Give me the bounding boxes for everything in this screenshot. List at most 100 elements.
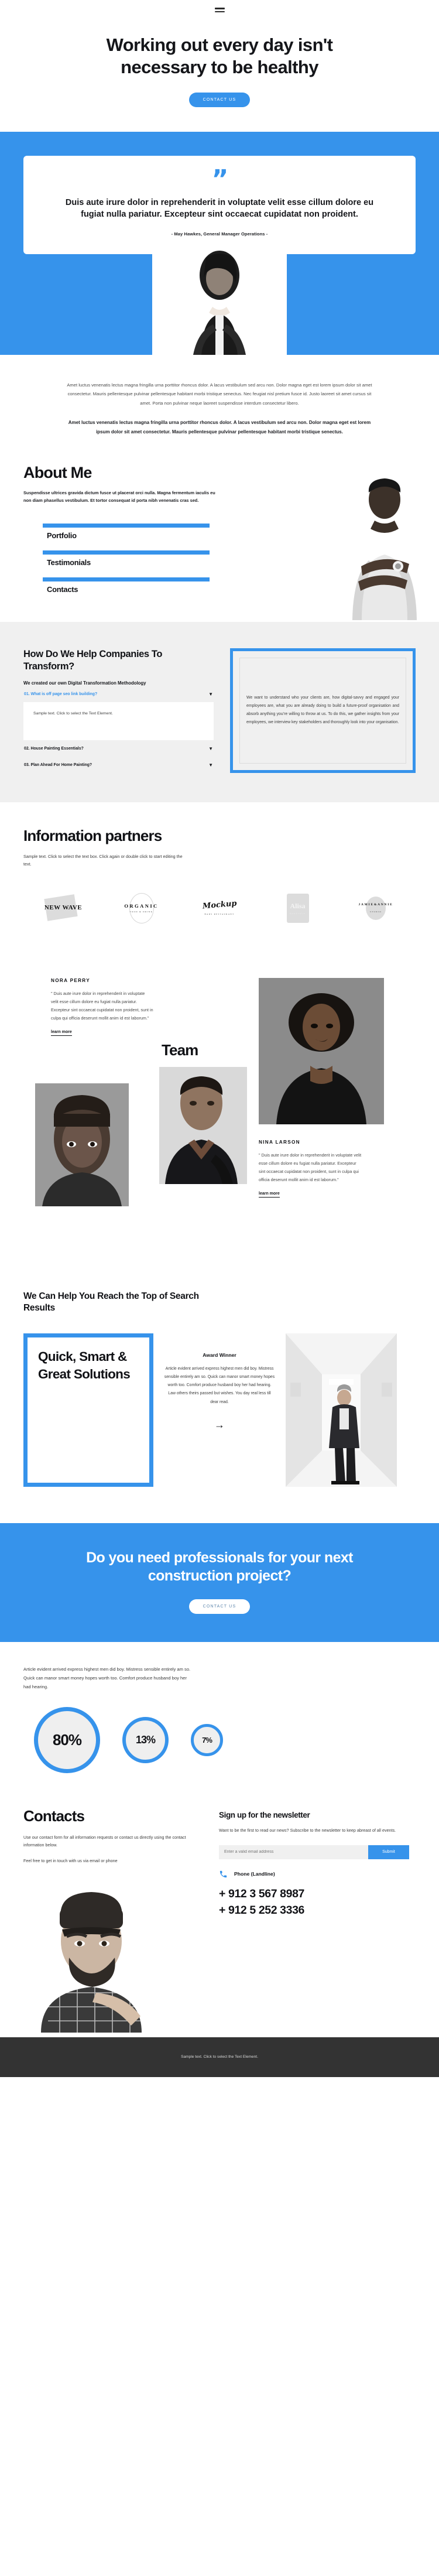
accent-bar bbox=[43, 523, 210, 528]
about-link-label: Portfolio bbox=[47, 531, 77, 540]
team-photo-center bbox=[159, 1066, 247, 1184]
cta-title: Do you need professionals for your next … bbox=[86, 1549, 353, 1585]
intro-paragraph-light: Amet luctus venenatis lectus magna fring… bbox=[67, 382, 372, 406]
faq-panel-text: We want to understand who your clients a… bbox=[246, 695, 399, 725]
cta-section: Do you need professionals for your next … bbox=[0, 1523, 439, 1643]
chevron-down-icon: ▼ bbox=[208, 745, 213, 751]
partner-logo-mockup[interactable]: Mockup BARS RESTAURANT bbox=[184, 891, 255, 926]
contacts-left-column: Contacts Use our contact form for all in… bbox=[23, 1807, 199, 2033]
man-athlete-illustration bbox=[329, 472, 439, 620]
partner-logo-label: Alisa bbox=[290, 901, 306, 910]
faq-question-label: 03. Plan Ahead For Home Painting? bbox=[24, 763, 92, 768]
about-link-portfolio[interactable]: Portfolio bbox=[23, 523, 220, 540]
phone-number-2[interactable]: + 912 5 252 3336 bbox=[219, 1902, 416, 1918]
stats-section: Article evident arrived express highest … bbox=[0, 1642, 439, 1801]
team-member-quote: " Duis aute irure dolor in reprehenderit… bbox=[259, 1152, 362, 1182]
email-input[interactable] bbox=[219, 1845, 368, 1859]
stat-circle-3: 7% bbox=[191, 1723, 223, 1756]
faq-question-1[interactable]: 01. What is off page seo link building? … bbox=[23, 686, 214, 702]
partner-logo-label: JAMIE&ANNIE bbox=[358, 903, 393, 907]
partner-logo-jamie-annie[interactable]: JAMIE&ANNIE STUDIO bbox=[341, 891, 411, 926]
bearded-man-beanie-illustration bbox=[23, 1875, 170, 2033]
page-root: Working out every day isn't necessary to… bbox=[0, 0, 439, 2077]
quote-text: Duis aute irure dolor in reprehenderit i… bbox=[65, 197, 374, 220]
team-member-name: NINA LARSON bbox=[259, 1139, 300, 1145]
help-section: We Can Help You Reach the Top of Search … bbox=[0, 1280, 439, 1510]
partner-logo-sub: STUDIO bbox=[369, 911, 382, 914]
contacts-section: Contacts Use our contact form for all in… bbox=[0, 1801, 439, 2033]
team-member-name: NORA PERRY bbox=[51, 977, 90, 983]
intro-paragraph-bold: Amet luctus venenatis lectus magna fring… bbox=[68, 420, 371, 435]
arrow-right-icon[interactable]: → bbox=[214, 1419, 225, 1430]
faq-subtitle: We created our own Digital Transformatio… bbox=[23, 680, 146, 686]
chevron-down-icon: ▼ bbox=[208, 691, 213, 697]
faq-question-label: 02. House Painting Essentials? bbox=[24, 747, 84, 751]
quote-card: ” Duis aute irure dolor in reprehenderit… bbox=[23, 155, 416, 254]
faq-title: How Do We Help Companies To Transform? bbox=[23, 648, 163, 672]
stats-circles: 80% 13% 7% bbox=[23, 1706, 416, 1773]
faq-answer-1: Sample text. Click to select the Text El… bbox=[23, 702, 214, 740]
hero-contact-button[interactable]: CONTACT US bbox=[188, 92, 251, 107]
partner-logo-alisa[interactable]: Alisa BOUTIQUE bbox=[263, 891, 333, 926]
faq-section: How Do We Help Companies To Transform? W… bbox=[0, 621, 439, 802]
about-link-contacts[interactable]: Contacts bbox=[23, 577, 220, 594]
team-member-nina: NINA LARSON " Duis aute irure dolor in r… bbox=[259, 1140, 363, 1198]
footer-text: Sample text. Click to select the Text El… bbox=[181, 2055, 258, 2060]
about-links-list: Portfolio Testimonials Contacts bbox=[23, 523, 220, 594]
woman-bangs-portrait-illustration bbox=[35, 1083, 129, 1206]
phone-label-row: Phone (Landline) bbox=[219, 1870, 416, 1879]
team-member-quote: " Duis aute irure dolor in reprehenderit… bbox=[51, 990, 153, 1021]
phone-number-1[interactable]: + 912 3 567 8987 bbox=[219, 1886, 416, 1902]
partners-section: Information partners Sample text. Click … bbox=[0, 802, 439, 952]
partner-logo-sub: BOUTIQUE bbox=[289, 912, 306, 915]
partner-logos-row: NEW WAVE ORGANIC FOOD & DRINK Mockup BAR… bbox=[23, 891, 416, 926]
faq-question-2[interactable]: 02. House Painting Essentials? ▼ bbox=[23, 740, 214, 757]
contacts-title: Contacts bbox=[23, 1807, 85, 1825]
phone-label: Phone (Landline) bbox=[234, 1871, 275, 1877]
award-column: Award Winner Article evident arrived exp… bbox=[164, 1333, 275, 1431]
about-portrait-image bbox=[329, 472, 439, 620]
contacts-portrait-image bbox=[23, 1875, 170, 2033]
help-corridor-image bbox=[286, 1333, 397, 1487]
quote-author: - May Hawkes, General Manager Operations… bbox=[171, 231, 268, 237]
about-link-testimonials[interactable]: Testimonials bbox=[23, 550, 220, 567]
team-member-learn-more-link[interactable]: learn more bbox=[259, 1192, 280, 1198]
award-text: Article evident arrived express highest … bbox=[164, 1366, 275, 1404]
partner-logo-label: Mockup bbox=[202, 899, 237, 911]
faq-question-3[interactable]: 03. Plan Ahead For Home Painting? ▼ bbox=[23, 757, 214, 773]
quote-section: ” Duis aute irure dolor in reprehenderit… bbox=[0, 131, 439, 355]
partner-logo-sub: FOOD & DRINK bbox=[129, 911, 153, 914]
partner-logo-sub: BARS RESTAURANT bbox=[204, 913, 235, 916]
submit-button[interactable]: Submit bbox=[368, 1845, 409, 1859]
about-lead: Suspendisse ultrices gravida dictum fusc… bbox=[23, 490, 215, 503]
newsletter-form: Submit bbox=[219, 1845, 409, 1859]
businessman-corridor-illustration bbox=[286, 1333, 397, 1487]
partners-title: Information partners bbox=[23, 826, 162, 844]
intro-section: Amet luctus venenatis lectus magna fring… bbox=[0, 355, 439, 464]
hero-section: Working out every day isn't necessary to… bbox=[0, 20, 439, 132]
team-photo-nora bbox=[35, 1083, 129, 1206]
hamburger-icon[interactable] bbox=[214, 6, 225, 14]
cta-contact-button[interactable]: CONTACT US bbox=[188, 1599, 251, 1614]
contacts-paragraph-1: Use our contact form for all information… bbox=[23, 1834, 186, 1848]
quote-portrait-image bbox=[152, 250, 287, 355]
contacts-paragraph-2: Feel free to get in touch with us via em… bbox=[23, 1858, 118, 1864]
site-footer: Sample text. Click to select the Text El… bbox=[0, 2037, 439, 2077]
solutions-highlight-box: Quick, Smart & Great Solutions bbox=[23, 1333, 153, 1487]
faq-panel: We want to understand who your clients a… bbox=[230, 648, 416, 773]
quote-mark-icon: ” bbox=[211, 164, 229, 194]
man-suit-portrait-illustration bbox=[159, 1066, 247, 1184]
hero-title: Working out every day isn't necessary to… bbox=[106, 35, 333, 77]
partner-logo-new-wave[interactable]: NEW WAVE bbox=[28, 891, 98, 926]
team-member-learn-more-link[interactable]: learn more bbox=[51, 1030, 72, 1036]
faq-left-column: How Do We Help Companies To Transform? W… bbox=[23, 648, 214, 773]
contacts-right-column: Sign up for the newsletter Want to be th… bbox=[219, 1807, 416, 2033]
partner-logo-organic[interactable]: ORGANIC FOOD & DRINK bbox=[107, 891, 177, 926]
about-link-label: Testimonials bbox=[47, 557, 91, 567]
faq-question-label: 01. What is off page seo link building? bbox=[24, 692, 98, 697]
phone-icon bbox=[220, 1870, 227, 1877]
newsletter-title: Sign up for the newsletter bbox=[219, 1810, 310, 1819]
partner-logo-label: NEW WAVE bbox=[44, 904, 83, 912]
award-title: Award Winner bbox=[203, 1352, 236, 1358]
solutions-box-title: Quick, Smart & Great Solutions bbox=[38, 1349, 131, 1382]
